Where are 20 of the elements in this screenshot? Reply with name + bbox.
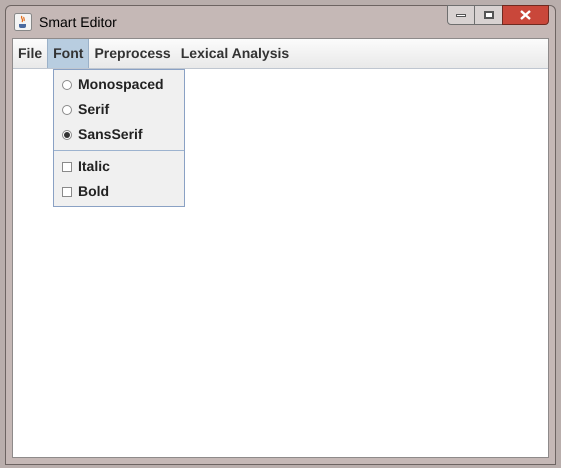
- menu-item[interactable]: Bold: [54, 179, 184, 204]
- cup-icon: [14, 13, 32, 31]
- minimize-button[interactable]: [447, 5, 475, 25]
- maximize-button[interactable]: [475, 5, 502, 25]
- checkbox[interactable]: [62, 186, 72, 196]
- checkbox[interactable]: [62, 162, 72, 172]
- menu-item[interactable]: Italic: [54, 154, 184, 179]
- menu[interactable]: File: [13, 39, 48, 68]
- window-title: Smart Editor: [39, 12, 117, 32]
- menu[interactable]: Font: [47, 39, 90, 68]
- menu[interactable]: Preprocess: [89, 39, 176, 68]
- close-icon: [520, 10, 531, 20]
- radio-button[interactable]: [62, 130, 72, 140]
- radio-button[interactable]: [62, 104, 72, 114]
- menu-item[interactable]: Serif: [54, 97, 184, 122]
- menu[interactable]: Lexical Analysis: [176, 39, 294, 68]
- radio-button[interactable]: [62, 80, 72, 90]
- menu-item[interactable]: SansSerif: [54, 122, 184, 147]
- close-button[interactable]: [502, 5, 549, 25]
- menu-item[interactable]: Monospaced: [54, 72, 184, 97]
